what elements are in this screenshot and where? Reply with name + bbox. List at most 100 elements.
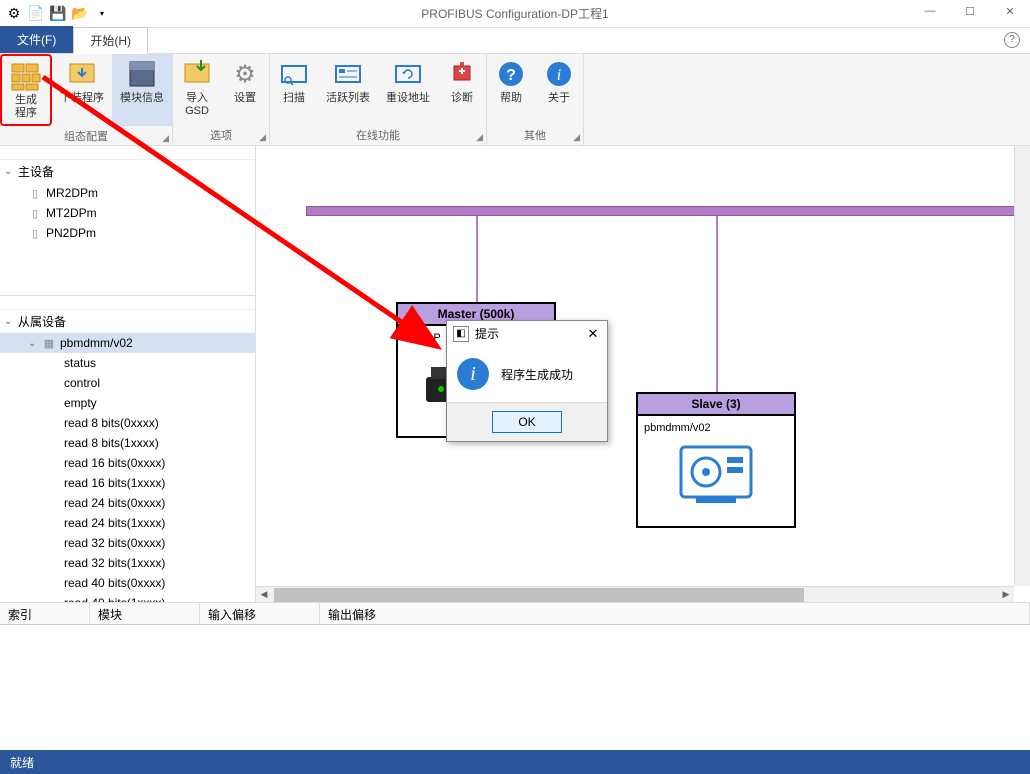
dialog-body: i 程序生成成功 bbox=[447, 346, 607, 403]
active-list-button[interactable]: 活跃列表 bbox=[318, 54, 378, 125]
chip-icon: ▦ bbox=[42, 336, 56, 350]
col-output-offset[interactable]: 输出偏移 bbox=[320, 603, 1030, 624]
tree-module[interactable]: read 8 bits(0xxxx) bbox=[0, 413, 255, 433]
slave-body: pbmdmm/v02 bbox=[638, 416, 794, 526]
col-module[interactable]: 模块 bbox=[90, 603, 200, 624]
close-icon[interactable]: ✕ bbox=[585, 326, 601, 342]
tree-item[interactable]: ▯MT2DPm bbox=[0, 203, 255, 223]
download-program-button[interactable]: 下装程序 bbox=[52, 54, 112, 126]
group-online-label: 在线功能◢ bbox=[270, 125, 486, 145]
tree-module[interactable]: read 16 bits(0xxxx) bbox=[0, 453, 255, 473]
tree-module[interactable]: read 32 bits(1xxxx) bbox=[0, 553, 255, 573]
col-index[interactable]: 索引 bbox=[0, 603, 90, 624]
import-label: 导入 GSD bbox=[185, 92, 209, 118]
horizontal-scrollbar[interactable]: ◀ ▶ bbox=[256, 586, 1014, 602]
group-other-label: 其他◢ bbox=[487, 125, 583, 145]
dialog-app-icon: ◧ bbox=[453, 326, 469, 342]
tree-slave-root[interactable]: ⌄ 从属设备 bbox=[0, 310, 255, 333]
gear-icon: ⚙ bbox=[229, 58, 261, 90]
message-dialog: ◧ 提示 ✕ i 程序生成成功 OK bbox=[446, 320, 608, 442]
tab-file[interactable]: 文件(F) bbox=[0, 26, 73, 53]
ribbon-group-other: ? 帮助 i 关于 其他◢ bbox=[487, 54, 584, 145]
scroll-thumb[interactable] bbox=[274, 588, 804, 602]
slave-device-icon bbox=[656, 442, 776, 502]
diagnose-label: 诊断 bbox=[451, 92, 473, 105]
tree-item[interactable]: ▯MR2DPm bbox=[0, 183, 255, 203]
help-button[interactable]: ? 帮助 bbox=[487, 54, 535, 125]
tree-module[interactable]: status bbox=[0, 353, 255, 373]
close-button[interactable]: ✕ bbox=[990, 0, 1030, 22]
new-icon[interactable]: 📄 bbox=[28, 6, 44, 22]
slave-node[interactable]: Slave (3) pbmdmm/v02 bbox=[636, 392, 796, 528]
expander-icon[interactable]: ⌄ bbox=[4, 316, 14, 327]
topology-canvas[interactable]: Master (500k) PN2DP Slave (3) pbmdmm/v02 bbox=[256, 146, 1030, 602]
master-tree-panel: ⌄ 主设备 ▯MR2DPm ▯MT2DPm ▯PN2DPm bbox=[0, 146, 255, 296]
doc-icon: ▯ bbox=[28, 226, 42, 240]
tree-module[interactable]: empty bbox=[0, 393, 255, 413]
launcher-icon[interactable]: ◢ bbox=[573, 132, 580, 143]
dialog-title-text: 提示 bbox=[475, 325, 499, 342]
tree-module[interactable]: read 40 bits(0xxxx) bbox=[0, 573, 255, 593]
info-circle-icon: i bbox=[543, 58, 575, 90]
scan-button[interactable]: 扫描 bbox=[270, 54, 318, 125]
expander-icon[interactable]: ⌄ bbox=[4, 166, 14, 177]
tree-module[interactable]: read 40 bits(1xxxx) bbox=[0, 593, 255, 602]
canvas-wrap: Master (500k) PN2DP Slave (3) pbmdmm/v02 bbox=[256, 146, 1030, 602]
open-icon[interactable]: 📂 bbox=[72, 6, 88, 22]
diagnose-button[interactable]: 诊断 bbox=[438, 54, 486, 125]
col-input-offset[interactable]: 输入偏移 bbox=[200, 603, 320, 624]
expander-icon[interactable]: ⌄ bbox=[28, 338, 38, 349]
import-gsd-button[interactable]: 导入 GSD bbox=[173, 54, 221, 125]
dialog-titlebar[interactable]: ◧ 提示 ✕ bbox=[447, 321, 607, 346]
launcher-icon[interactable]: ◢ bbox=[162, 133, 169, 144]
generate-program-button[interactable]: 生成 程序 bbox=[0, 54, 52, 126]
scroll-right-icon[interactable]: ▶ bbox=[998, 587, 1014, 603]
ok-button[interactable]: OK bbox=[492, 411, 562, 433]
ribbon-group-online: 扫描 活跃列表 重设地址 诊断 在线功能◢ bbox=[270, 54, 487, 145]
ribbon-group-options: 导入 GSD ⚙ 设置 选项◢ bbox=[173, 54, 270, 145]
tree-module[interactable]: control bbox=[0, 373, 255, 393]
info-icon: i bbox=[457, 358, 489, 390]
statusbar: 就绪 bbox=[0, 750, 1030, 774]
tree-master-root[interactable]: ⌄ 主设备 bbox=[0, 160, 255, 183]
titlebar: ⚙ 📄 💾 📂 ▾ PROFIBUS Configuration-DP工程1 —… bbox=[0, 0, 1030, 28]
download-icon bbox=[66, 58, 98, 90]
dropdown-icon[interactable]: ▾ bbox=[94, 6, 110, 22]
window-title: PROFIBUS Configuration-DP工程1 bbox=[421, 5, 608, 22]
vertical-scrollbar[interactable] bbox=[1014, 146, 1030, 586]
tree-module[interactable]: read 32 bits(0xxxx) bbox=[0, 533, 255, 553]
launcher-icon[interactable]: ◢ bbox=[259, 132, 266, 143]
bottom-panel: 索引 模块 输入偏移 输出偏移 bbox=[0, 602, 1030, 750]
quick-access-toolbar: ⚙ 📄 💾 📂 ▾ bbox=[0, 6, 110, 22]
maximize-button[interactable]: ☐ bbox=[950, 0, 990, 22]
bottom-headers: 索引 模块 输入偏移 输出偏移 bbox=[0, 603, 1030, 625]
tree-module[interactable]: read 8 bits(1xxxx) bbox=[0, 433, 255, 453]
app-icon: ⚙ bbox=[6, 6, 22, 22]
about-label: 关于 bbox=[548, 92, 570, 105]
ribbon-tabs: 文件(F) 开始(H) ? bbox=[0, 28, 1030, 54]
tree-module[interactable]: read 16 bits(1xxxx) bbox=[0, 473, 255, 493]
scroll-left-icon[interactable]: ◀ bbox=[256, 587, 272, 603]
ribbon: 生成 程序 下装程序 模块信息 组态配置◢ 导入 G bbox=[0, 54, 1030, 146]
minimize-button[interactable]: — bbox=[910, 0, 950, 22]
settings-button[interactable]: ⚙ 设置 bbox=[221, 54, 269, 125]
about-button[interactable]: i 关于 bbox=[535, 54, 583, 125]
save-icon[interactable]: 💾 bbox=[50, 6, 66, 22]
tab-start[interactable]: 开始(H) bbox=[73, 27, 148, 54]
group-config-label: 组态配置◢ bbox=[0, 126, 172, 146]
drop-line bbox=[476, 216, 478, 306]
help-icon[interactable]: ? bbox=[1004, 32, 1020, 48]
diagnose-icon bbox=[446, 58, 478, 90]
help-label: 帮助 bbox=[500, 92, 522, 105]
tree-item[interactable]: ▯PN2DPm bbox=[0, 223, 255, 243]
module-info-button[interactable]: 模块信息 bbox=[112, 54, 172, 126]
tree-device[interactable]: ⌄ ▦ pbmdmm/v02 bbox=[0, 333, 255, 353]
tree-module[interactable]: read 24 bits(1xxxx) bbox=[0, 513, 255, 533]
tree-module[interactable]: read 24 bits(0xxxx) bbox=[0, 493, 255, 513]
doc-icon: ▯ bbox=[28, 206, 42, 220]
reset-addr-button[interactable]: 重设地址 bbox=[378, 54, 438, 125]
bus-line bbox=[306, 206, 1020, 216]
launcher-icon[interactable]: ◢ bbox=[476, 132, 483, 143]
scan-label: 扫描 bbox=[283, 92, 305, 105]
dialog-footer: OK bbox=[447, 403, 607, 441]
